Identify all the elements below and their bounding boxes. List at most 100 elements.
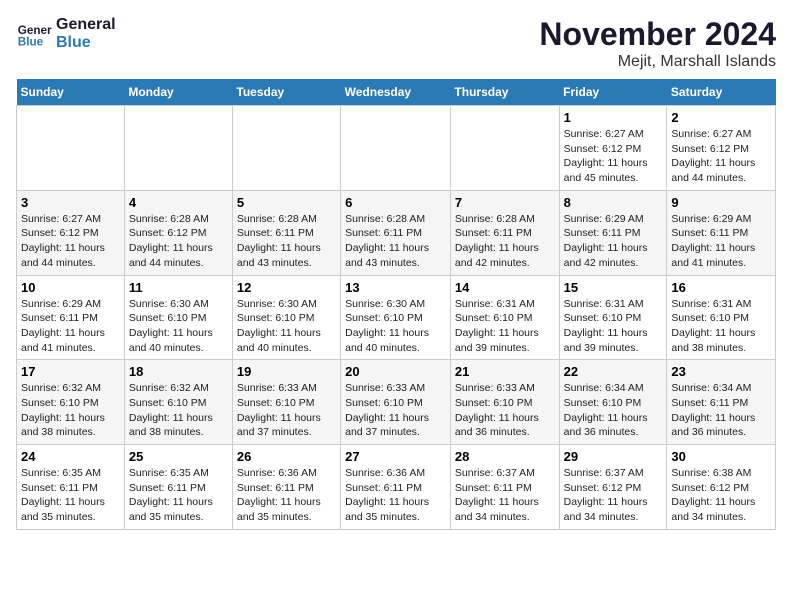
day-number: 1	[564, 110, 663, 125]
calendar-cell: 15 Sunrise: 6:31 AM Sunset: 6:10 PM Dayli…	[559, 275, 667, 360]
logo-icon: General Blue	[16, 16, 52, 52]
day-number: 15	[564, 280, 663, 295]
day-info: Sunrise: 6:33 AM Sunset: 6:10 PM Dayligh…	[237, 381, 336, 440]
day-number: 24	[21, 449, 120, 464]
weekday-header-wednesday: Wednesday	[341, 79, 451, 106]
calendar-cell: 4Sunrise: 6:28 AM Sunset: 6:12 PM Daylig…	[124, 190, 232, 275]
location-title: Mejit, Marshall Islands	[539, 53, 776, 71]
calendar-cell	[341, 106, 451, 191]
day-number: 20	[345, 364, 446, 379]
calendar-cell: 13 Sunrise: 6:30 AM Sunset: 6:10 PM Dayli…	[341, 275, 451, 360]
day-number: 25	[129, 449, 228, 464]
day-info: Sunrise: 6:34 AM Sunset: 6:10 PM Dayligh…	[564, 381, 663, 440]
weekday-header-saturday: Saturday	[667, 79, 776, 106]
svg-text:Blue: Blue	[18, 36, 44, 49]
month-title: November 2024	[539, 16, 776, 53]
day-info: Sunrise: 6:37 AM Sunset: 6:12 PM Dayligh…	[564, 466, 663, 525]
calendar-cell: 30 Sunrise: 6:38 AM Sunset: 6:12 PM Dayli…	[667, 445, 776, 530]
day-number: 18	[129, 364, 228, 379]
day-info: Sunrise: 6:38 AM Sunset: 6:12 PM Dayligh…	[671, 466, 771, 525]
day-info: Sunrise: 6:28 AM Sunset: 6:11 PM Dayligh…	[237, 212, 336, 271]
calendar-cell: 17Sunrise: 6:32 AM Sunset: 6:10 PM Dayli…	[17, 360, 125, 445]
day-info: Sunrise: 6:28 AM Sunset: 6:12 PM Dayligh…	[129, 212, 228, 271]
day-info: Sunrise: 6:35 AM Sunset: 6:11 PM Dayligh…	[21, 466, 120, 525]
weekday-header-tuesday: Tuesday	[232, 79, 340, 106]
day-info: Sunrise: 6:29 AM Sunset: 6:11 PM Dayligh…	[671, 212, 771, 271]
day-number: 9	[671, 195, 771, 210]
day-number: 27	[345, 449, 446, 464]
calendar-cell: 22 Sunrise: 6:34 AM Sunset: 6:10 PM Dayli…	[559, 360, 667, 445]
calendar-cell: 18 Sunrise: 6:32 AM Sunset: 6:10 PM Dayli…	[124, 360, 232, 445]
day-info: Sunrise: 6:27 AM Sunset: 6:12 PM Dayligh…	[564, 127, 663, 186]
day-info: Sunrise: 6:30 AM Sunset: 6:10 PM Dayligh…	[237, 297, 336, 356]
calendar-cell: 6 Sunrise: 6:28 AM Sunset: 6:11 PM Daylig…	[341, 190, 451, 275]
calendar-cell	[232, 106, 340, 191]
calendar-cell: 1 Sunrise: 6:27 AM Sunset: 6:12 PM Daylig…	[559, 106, 667, 191]
day-info: Sunrise: 6:29 AM Sunset: 6:11 PM Dayligh…	[21, 297, 120, 356]
calendar-cell: 2 Sunrise: 6:27 AM Sunset: 6:12 PM Daylig…	[667, 106, 776, 191]
day-number: 7	[455, 195, 555, 210]
day-info: Sunrise: 6:27 AM Sunset: 6:12 PM Dayligh…	[671, 127, 771, 186]
calendar-cell	[124, 106, 232, 191]
weekday-header-thursday: Thursday	[450, 79, 559, 106]
day-info: Sunrise: 6:35 AM Sunset: 6:11 PM Dayligh…	[129, 466, 228, 525]
calendar-cell: 11 Sunrise: 6:30 AM Sunset: 6:10 PM Dayli…	[124, 275, 232, 360]
logo-general: General	[56, 16, 116, 34]
calendar-cell: 24 Sunrise: 6:35 AM Sunset: 6:11 PM Dayli…	[17, 445, 125, 530]
calendar-cell: 9 Sunrise: 6:29 AM Sunset: 6:11 PM Daylig…	[667, 190, 776, 275]
calendar-cell: 12 Sunrise: 6:30 AM Sunset: 6:10 PM Dayli…	[232, 275, 340, 360]
day-number: 11	[129, 280, 228, 295]
day-number: 29	[564, 449, 663, 464]
day-info: Sunrise: 6:36 AM Sunset: 6:11 PM Dayligh…	[345, 466, 446, 525]
day-info: Sunrise: 6:31 AM Sunset: 6:10 PM Dayligh…	[671, 297, 771, 356]
logo-blue: Blue	[56, 34, 116, 52]
logo: General Blue General Blue	[16, 16, 116, 52]
day-info: Sunrise: 6:31 AM Sunset: 6:10 PM Dayligh…	[455, 297, 555, 356]
day-info: Sunrise: 6:37 AM Sunset: 6:11 PM Dayligh…	[455, 466, 555, 525]
day-number: 3	[21, 195, 120, 210]
calendar-table: SundayMondayTuesdayWednesdayThursdayFrid…	[16, 79, 776, 530]
day-info: Sunrise: 6:32 AM Sunset: 6:10 PM Dayligh…	[129, 381, 228, 440]
day-info: Sunrise: 6:36 AM Sunset: 6:11 PM Dayligh…	[237, 466, 336, 525]
day-number: 23	[671, 364, 771, 379]
calendar-cell: 10Sunrise: 6:29 AM Sunset: 6:11 PM Dayli…	[17, 275, 125, 360]
weekday-header-friday: Friday	[559, 79, 667, 106]
day-info: Sunrise: 6:33 AM Sunset: 6:10 PM Dayligh…	[455, 381, 555, 440]
day-number: 14	[455, 280, 555, 295]
day-info: Sunrise: 6:27 AM Sunset: 6:12 PM Dayligh…	[21, 212, 120, 271]
header: General Blue General Blue November 2024 …	[16, 16, 776, 71]
calendar-cell: 21 Sunrise: 6:33 AM Sunset: 6:10 PM Dayli…	[450, 360, 559, 445]
day-info: Sunrise: 6:31 AM Sunset: 6:10 PM Dayligh…	[564, 297, 663, 356]
title-area: November 2024 Mejit, Marshall Islands	[539, 16, 776, 71]
calendar-cell	[17, 106, 125, 191]
day-number: 6	[345, 195, 446, 210]
calendar-cell: 26Sunrise: 6:36 AM Sunset: 6:11 PM Dayli…	[232, 445, 340, 530]
day-number: 19	[237, 364, 336, 379]
day-number: 21	[455, 364, 555, 379]
day-number: 30	[671, 449, 771, 464]
day-info: Sunrise: 6:28 AM Sunset: 6:11 PM Dayligh…	[345, 212, 446, 271]
weekday-header-monday: Monday	[124, 79, 232, 106]
day-info: Sunrise: 6:30 AM Sunset: 6:10 PM Dayligh…	[129, 297, 228, 356]
day-info: Sunrise: 6:34 AM Sunset: 6:11 PM Dayligh…	[671, 381, 771, 440]
calendar-cell: 27 Sunrise: 6:36 AM Sunset: 6:11 PM Dayli…	[341, 445, 451, 530]
calendar-cell: 3 Sunrise: 6:27 AM Sunset: 6:12 PM Daylig…	[17, 190, 125, 275]
day-number: 8	[564, 195, 663, 210]
day-number: 22	[564, 364, 663, 379]
calendar-cell	[450, 106, 559, 191]
day-info: Sunrise: 6:28 AM Sunset: 6:11 PM Dayligh…	[455, 212, 555, 271]
calendar-cell: 20 Sunrise: 6:33 AM Sunset: 6:10 PM Dayli…	[341, 360, 451, 445]
day-info: Sunrise: 6:32 AM Sunset: 6:10 PM Dayligh…	[21, 381, 120, 440]
day-number: 5	[237, 195, 336, 210]
day-number: 12	[237, 280, 336, 295]
calendar-cell: 19 Sunrise: 6:33 AM Sunset: 6:10 PM Dayli…	[232, 360, 340, 445]
calendar-cell: 16Sunrise: 6:31 AM Sunset: 6:10 PM Dayli…	[667, 275, 776, 360]
day-info: Sunrise: 6:30 AM Sunset: 6:10 PM Dayligh…	[345, 297, 446, 356]
calendar-cell: 7 Sunrise: 6:28 AM Sunset: 6:11 PM Daylig…	[450, 190, 559, 275]
day-number: 2	[671, 110, 771, 125]
calendar-cell: 25 Sunrise: 6:35 AM Sunset: 6:11 PM Dayli…	[124, 445, 232, 530]
day-number: 13	[345, 280, 446, 295]
day-info: Sunrise: 6:33 AM Sunset: 6:10 PM Dayligh…	[345, 381, 446, 440]
day-info: Sunrise: 6:29 AM Sunset: 6:11 PM Dayligh…	[564, 212, 663, 271]
calendar-cell: 23 Sunrise: 6:34 AM Sunset: 6:11 PM Dayli…	[667, 360, 776, 445]
